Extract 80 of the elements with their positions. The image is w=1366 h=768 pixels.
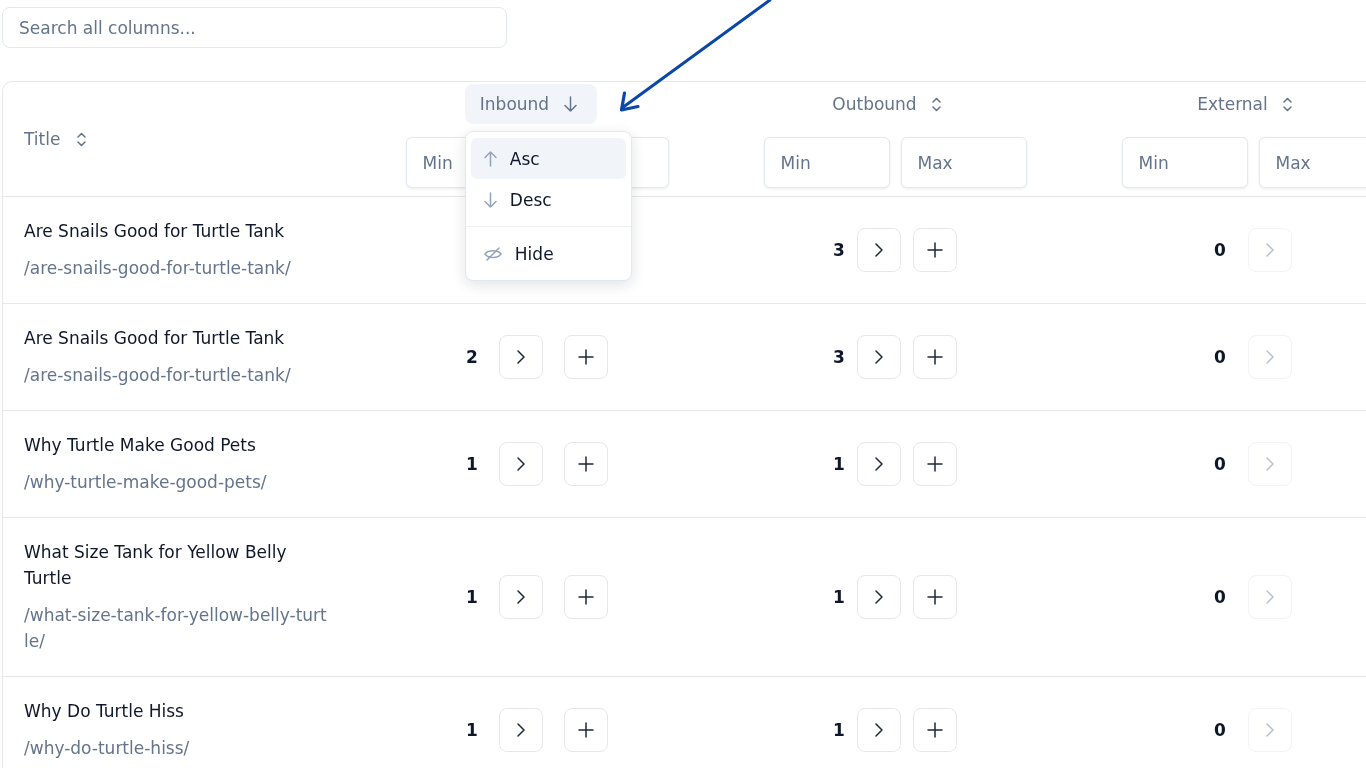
- add-button[interactable]: [563, 442, 608, 486]
- menu-item[interactable]: Desc: [470, 179, 626, 220]
- chevron-right-icon: [516, 723, 525, 737]
- chevron-button[interactable]: [498, 335, 543, 379]
- add-button[interactable]: [563, 575, 608, 619]
- chevron-button[interactable]: [498, 442, 543, 486]
- page-title: What Size Tank for Yellow Belly Turtle: [24, 541, 288, 590]
- link-count: 1: [833, 453, 845, 476]
- add-button[interactable]: [912, 228, 957, 272]
- plus-icon: [926, 349, 943, 365]
- chevron-right-icon: [1265, 350, 1274, 364]
- add-button[interactable]: [912, 708, 957, 752]
- chevron-button[interactable]: [498, 575, 543, 619]
- plus-icon: [577, 456, 594, 472]
- plus-icon: [577, 722, 594, 738]
- link-count: 0: [1214, 239, 1226, 262]
- chevron-right-icon: [1265, 723, 1274, 737]
- chevron-button[interactable]: [856, 442, 901, 486]
- filter-field[interactable]: Min: [1121, 137, 1248, 188]
- eye-slash-icon: [483, 246, 502, 261]
- link-count: 0: [1214, 586, 1226, 609]
- url-path: /are-snails-good-for-turtle-tank/: [24, 257, 292, 280]
- chevron-right-icon: [516, 590, 525, 604]
- chevron-button[interactable]: [498, 708, 543, 752]
- arrow-down-icon: [483, 191, 497, 208]
- url-path: /what-size-tank-for-yellow-belly-turtle/: [24, 604, 328, 653]
- column-header-button[interactable]: External: [1182, 84, 1312, 124]
- page-title: Why Do Turtle Hiss: [24, 700, 185, 723]
- chevron-right-icon: [874, 350, 883, 364]
- page-title: Why Turtle Make Good Pets: [24, 434, 257, 457]
- plus-icon: [926, 722, 943, 738]
- search-field[interactable]: Search all columns...: [2, 7, 507, 48]
- menu-item[interactable]: Hide: [470, 233, 626, 274]
- link-count: 1: [466, 586, 478, 609]
- chevron-right-icon: [874, 457, 883, 471]
- chevron-button[interactable]: [856, 708, 901, 752]
- arrow-up-icon: [483, 150, 497, 167]
- filter-field[interactable]: Max: [900, 137, 1027, 188]
- filter-field[interactable]: Max: [1258, 137, 1366, 188]
- chevron-right-icon: [1265, 457, 1274, 471]
- add-button[interactable]: [563, 708, 608, 752]
- plus-icon: [577, 589, 594, 605]
- link-count: 1: [466, 453, 478, 476]
- link-count: 3: [833, 346, 845, 369]
- chevron-right-icon: [516, 350, 525, 364]
- chevron-right-icon: [874, 243, 883, 257]
- url-path: /are-snails-good-for-turtle-tank/: [24, 364, 292, 387]
- add-button[interactable]: [912, 335, 957, 379]
- link-count: 1: [833, 586, 845, 609]
- filter-field[interactable]: Min: [763, 137, 890, 188]
- plus-icon: [577, 349, 594, 365]
- chevron-right-icon: [516, 457, 525, 471]
- column-header-button[interactable]: Inbound: [464, 84, 598, 124]
- link-count: 3: [833, 239, 845, 262]
- link-count: 0: [1214, 453, 1226, 476]
- link-count: 0: [1214, 719, 1226, 742]
- link-count: 2: [466, 346, 478, 369]
- url-path: /why-do-turtle-hiss/: [24, 737, 191, 760]
- menu-item[interactable]: Asc: [470, 138, 626, 179]
- page-title: Are Snails Good for Turtle Tank: [24, 220, 286, 243]
- column-header-button[interactable]: Outbound: [817, 84, 961, 124]
- chevron-right-icon: [874, 590, 883, 604]
- chevron-right-icon: [1265, 243, 1274, 257]
- plus-icon: [926, 456, 943, 472]
- chevron-button[interactable]: [856, 575, 901, 619]
- chevron-right-icon: [874, 723, 883, 737]
- add-button[interactable]: [563, 335, 608, 379]
- chevron-right-icon: [1265, 590, 1274, 604]
- chevron-button[interactable]: [856, 335, 901, 379]
- link-count: 1: [833, 719, 845, 742]
- chevron-button[interactable]: [856, 228, 901, 272]
- add-button[interactable]: [912, 442, 957, 486]
- link-count: 1: [466, 719, 478, 742]
- page-title: Are Snails Good for Turtle Tank: [24, 327, 286, 350]
- column-header-button[interactable]: Title: [24, 119, 87, 159]
- plus-icon: [926, 242, 943, 258]
- url-path: /why-turtle-make-good-pets/: [24, 471, 268, 494]
- plus-icon: [926, 589, 943, 605]
- add-button[interactable]: [912, 575, 957, 619]
- link-count: 0: [1214, 346, 1226, 369]
